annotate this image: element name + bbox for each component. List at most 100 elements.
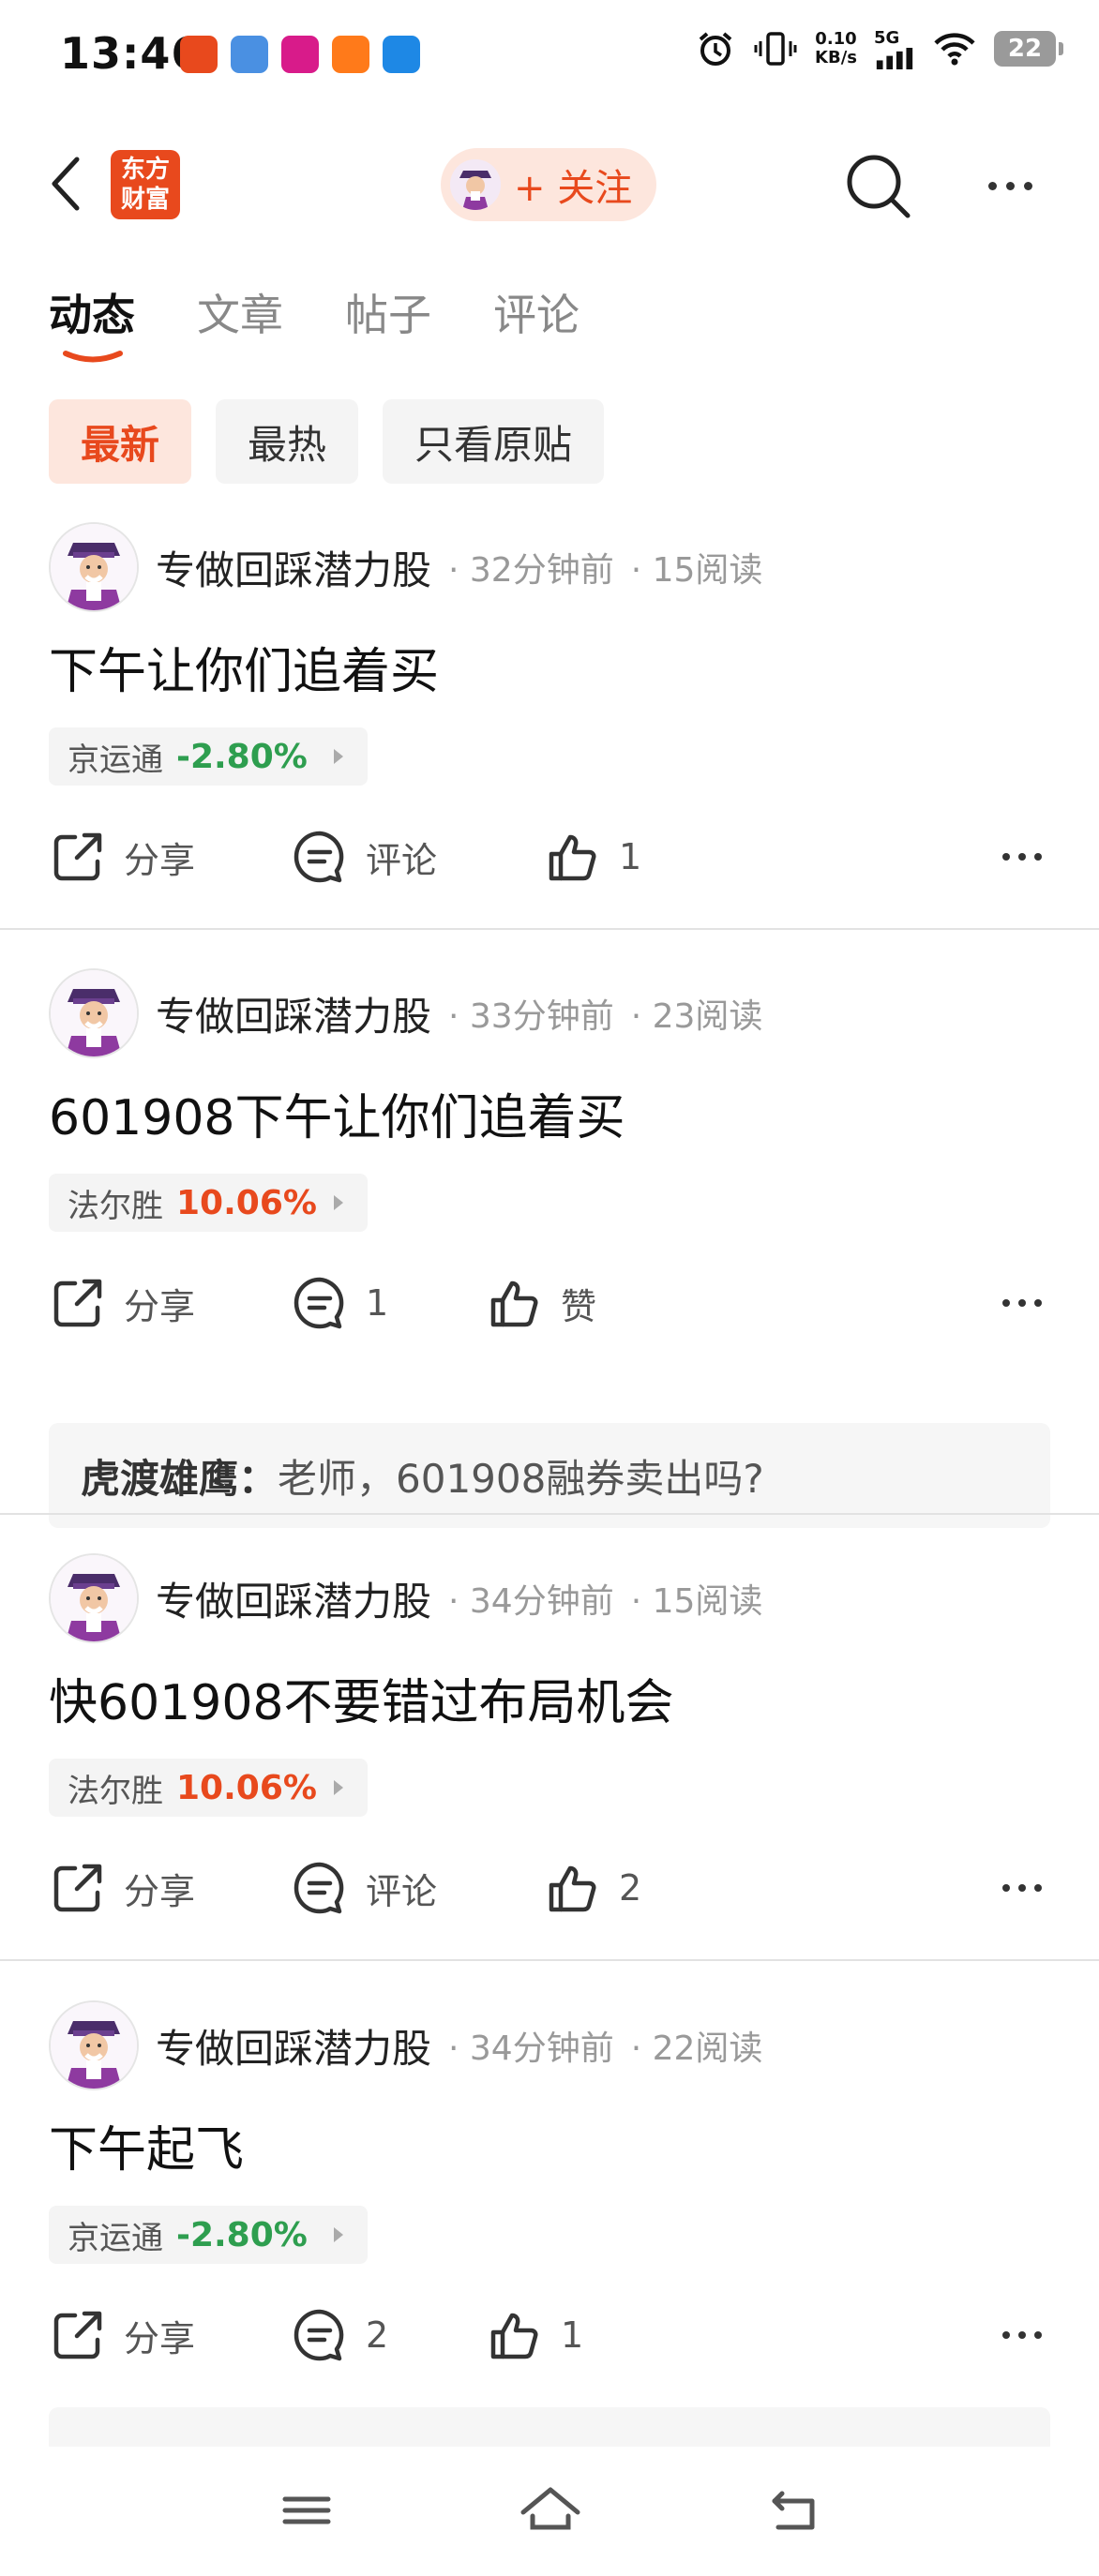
more-icon-dot — [1018, 2331, 1026, 2339]
post-content[interactable]: 下午起飞 — [49, 2110, 244, 2180]
cell-signal: 5G — [874, 28, 915, 69]
comment-button[interactable]: 评论 — [291, 819, 437, 894]
signal-type: 5G — [874, 28, 900, 48]
logo-text-line2: 财富 — [120, 186, 170, 214]
comment-button[interactable]: 评论 — [291, 1850, 437, 1925]
stock-change: -2.80% — [176, 737, 308, 776]
author-name[interactable]: 专做回踩潜力股 — [156, 539, 431, 596]
share-button[interactable]: 分享 — [49, 1850, 195, 1925]
post-more-button[interactable] — [994, 819, 1050, 894]
follow-button[interactable]: + 关注 — [441, 148, 656, 221]
post-actions: 分享 1 赞 — [49, 1266, 1050, 1340]
stock-tag[interactable]: 京运通 -2.80% — [49, 727, 368, 786]
return-icon — [772, 2491, 815, 2530]
reply-author: 虎渡雄鹰： — [81, 1455, 279, 1502]
share-icon — [53, 832, 102, 881]
post-time: · 33分钟前 — [448, 997, 614, 1036]
home-icon — [520, 2487, 580, 2530]
home-button[interactable] — [518, 2482, 583, 2539]
post-content[interactable]: 快601908不要错过布局机会 — [49, 1663, 674, 1733]
back-nav-button[interactable] — [761, 2482, 827, 2539]
top-header: 东方 财富 + 关注 — [0, 131, 1099, 234]
tab-label: 帖子 — [345, 290, 431, 340]
post-time: · 34分钟前 — [448, 1582, 614, 1621]
stock-tag[interactable]: 法尔胜 10.06% — [49, 1759, 368, 1817]
filter-latest[interactable]: 最新 — [49, 399, 192, 484]
search-button[interactable] — [842, 150, 913, 221]
alarm-icon — [695, 28, 736, 69]
thumbs-up-icon — [549, 1865, 596, 1912]
vibrate-icon — [753, 28, 798, 69]
thumbs-up-icon — [490, 2313, 538, 2359]
share-button[interactable]: 分享 — [49, 819, 195, 894]
avatar[interactable] — [49, 2000, 139, 2090]
post-more-button[interactable] — [994, 1266, 1050, 1340]
post-content[interactable]: 下午让你们追着买 — [49, 632, 439, 702]
comment-icon — [294, 831, 344, 883]
filter-hottest[interactable]: 最热 — [216, 399, 359, 484]
avatar[interactable] — [49, 968, 139, 1058]
more-icon-dot — [1018, 1884, 1026, 1892]
post-time: · 32分钟前 — [448, 551, 614, 590]
like-button[interactable]: 2 — [544, 1850, 641, 1925]
more-icon-dot — [1002, 1299, 1010, 1307]
recent-apps-button[interactable] — [274, 2482, 339, 2539]
tab-dynamics[interactable]: 动态 — [49, 281, 135, 363]
share-button[interactable]: 分享 — [49, 2298, 195, 2373]
comment-label: 2 — [366, 2314, 389, 2356]
share-label: 分享 — [124, 1285, 196, 1327]
avatar[interactable] — [49, 522, 139, 612]
reply-text: 老师，601908融券卖出吗? — [278, 1455, 764, 1502]
like-button[interactable]: 赞 — [486, 1266, 596, 1340]
comment-button[interactable]: 2 — [291, 2298, 388, 2373]
share-label: 分享 — [124, 839, 196, 881]
post-more-button[interactable] — [994, 2298, 1050, 2373]
like-button[interactable]: 1 — [544, 819, 641, 894]
network-speed: 0.10 KB/s — [815, 30, 857, 67]
author-name[interactable]: 专做回踩潜力股 — [156, 2017, 431, 2074]
stock-tag[interactable]: 京运通 -2.80% — [49, 2206, 368, 2264]
more-icon-dot — [1023, 181, 1032, 190]
tab-posts[interactable]: 帖子 — [345, 281, 431, 343]
search-icon — [847, 155, 911, 218]
profile-tabs: 动态 文章 帖子 评论 — [49, 281, 580, 363]
stock-change: 10.06% — [176, 1768, 317, 1807]
wifi-icon — [932, 28, 977, 69]
tab-comments[interactable]: 评论 — [493, 281, 580, 343]
comment-label: 评论 — [366, 1870, 438, 1912]
read-count: · 15阅读 — [630, 551, 763, 590]
tab-articles[interactable]: 文章 — [197, 281, 283, 343]
share-icon — [53, 1864, 102, 1912]
read-count: · 23阅读 — [630, 997, 763, 1036]
app-notification-icon — [383, 36, 420, 73]
menu-icon — [282, 2496, 331, 2524]
comment-label: 1 — [366, 1282, 389, 1324]
author-name[interactable]: 专做回踩潜力股 — [156, 1570, 431, 1627]
tab-label: 文章 — [197, 290, 283, 340]
more-menu-button[interactable] — [977, 159, 1043, 212]
play-arrow-icon — [334, 749, 343, 764]
system-navigation-bar — [0, 2447, 1099, 2576]
follow-label: + 关注 — [514, 167, 633, 210]
filter-original-only[interactable]: 只看原贴 — [383, 399, 605, 484]
back-button[interactable] — [45, 154, 88, 214]
post-more-button[interactable] — [994, 1850, 1050, 1925]
comment-button[interactable]: 1 — [291, 1266, 388, 1340]
signal-bars-icon — [876, 48, 913, 69]
avatar[interactable] — [49, 1553, 139, 1643]
more-icon-dot — [1034, 853, 1042, 861]
like-button[interactable]: 1 — [486, 2298, 583, 2373]
read-count: · 15阅读 — [630, 1582, 763, 1621]
more-icon-dot — [1034, 2331, 1042, 2339]
read-count: · 22阅读 — [630, 2029, 763, 2068]
eastmoney-logo: 东方 财富 — [111, 150, 180, 219]
comment-label: 评论 — [366, 839, 438, 881]
post-header: 专做回踩潜力股 · 33分钟前 · 23阅读 — [49, 967, 762, 1059]
play-arrow-icon — [334, 2227, 343, 2242]
post-content[interactable]: 601908下午让你们追着买 — [49, 1078, 625, 1148]
back-arrow-icon — [52, 157, 80, 211]
post-header: 专做回踩潜力股 · 32分钟前 · 15阅读 — [49, 521, 762, 613]
share-button[interactable]: 分享 — [49, 1266, 195, 1340]
stock-tag[interactable]: 法尔胜 10.06% — [49, 1174, 368, 1232]
author-name[interactable]: 专做回踩潜力股 — [156, 985, 431, 1042]
